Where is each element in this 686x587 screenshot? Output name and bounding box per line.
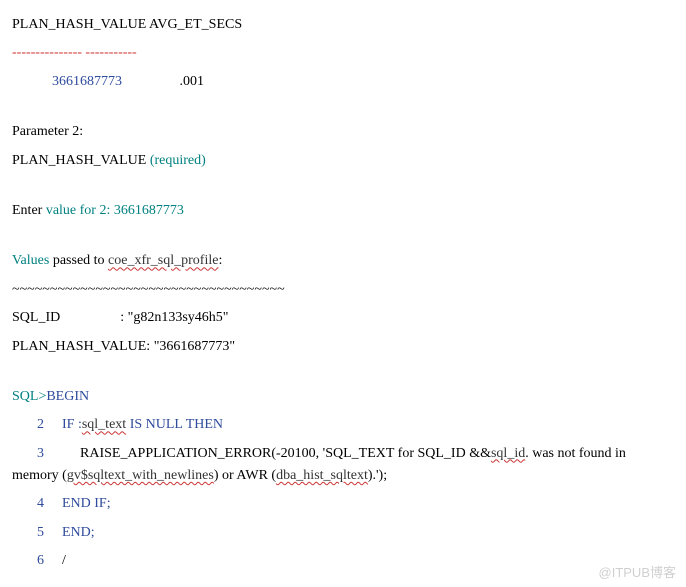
hash-value: 3661687773 [12, 74, 122, 89]
endif-keyword: END IF; [62, 496, 111, 511]
line-number: 6 [24, 550, 44, 572]
line-number: 4 [24, 493, 44, 515]
table-header: PLAN_HASH_VALUE AVG_ET_SECS [12, 14, 674, 36]
divider: --------------- ----------- [12, 42, 674, 64]
code-line-4: 4 END IF; [12, 493, 674, 515]
line-number: 2 [24, 414, 44, 436]
sqlid-var: sql_id [491, 446, 525, 461]
values-word: Values [12, 253, 49, 268]
sqlid-value: : "g82n133sy46h5" [60, 310, 228, 325]
sqltext-var: sql_text [82, 417, 126, 432]
data-row: 3661687773 .001 [12, 71, 674, 93]
sql-prompt: SQL> [12, 389, 46, 404]
parameter2-field: PLAN_HASH_VALUE (required) [12, 150, 674, 172]
phv-name: PLAN_HASH_VALUE [12, 153, 146, 168]
if-keyword: IF : [62, 417, 82, 432]
gvsqltext: gv$sqltext_with_newlines [67, 468, 214, 483]
line-number: 3 [24, 443, 44, 465]
end-keyword: END; [62, 525, 95, 540]
watermark: @ITPUB博客 [599, 562, 676, 581]
phv-line: PLAN_HASH_VALUE: "3661687773" [12, 336, 674, 358]
dbahist: dba_hist_sqltext [276, 468, 368, 483]
values-passed-line: Values passed to coe_xfr_sql_profile: [12, 250, 674, 272]
enter-prefix: Enter [12, 203, 46, 218]
error-end: ).'); [368, 468, 387, 483]
et-secs: .001 [126, 74, 205, 89]
code-line-5: 5 END; [12, 522, 674, 544]
enter-value: value for 2: 3661687773 [46, 203, 184, 218]
sqlid-label: SQL_ID [12, 310, 60, 325]
code-line-2: 2 IF :sql_text IS NULL THEN [12, 414, 674, 436]
begin-keyword: BEGIN [46, 389, 89, 404]
or-awr: ) or AWR ( [214, 468, 276, 483]
colon: : [218, 253, 222, 268]
line-number: 5 [24, 522, 44, 544]
isnull-keyword: IS NULL THEN [126, 417, 223, 432]
code-line-1: SQL>BEGIN [12, 386, 674, 408]
slash: / [62, 553, 66, 568]
passed-to: passed to [49, 253, 108, 268]
parameter2-label: Parameter 2: [12, 121, 674, 143]
code-line-3: 3 RAISE_APPLICATION_ERROR(-20100, 'SQL_TE… [12, 443, 674, 488]
code-line-6: 6/ [12, 550, 674, 572]
tilde-divider: ~~~~~~~~~~~~~~~~~~~~~~~~~~~~~~~~~~~~ [12, 279, 674, 301]
raise-error: RAISE_APPLICATION_ERROR(-20100, 'SQL_TEX… [62, 446, 491, 461]
profile-name: coe_xfr_sql_profile [108, 253, 218, 268]
enter-value-line: Enter value for 2: 3661687773 [12, 200, 674, 222]
required-tag: (required) [146, 153, 205, 168]
sqlid-line: SQL_ID: "g82n133sy46h5" [12, 307, 674, 329]
